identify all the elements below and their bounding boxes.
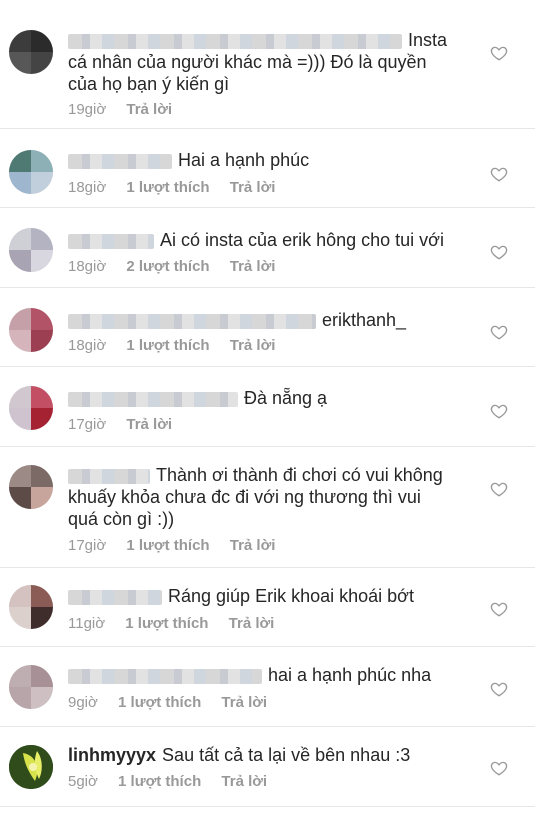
blurred-username xyxy=(68,153,172,169)
comment-time: 9giờ xyxy=(68,694,98,711)
like-heart-icon[interactable] xyxy=(490,44,508,62)
blurred-username xyxy=(68,668,262,684)
comment-item: Đà nẵng ạ 17giờ Trả lời xyxy=(0,367,535,447)
blurred-username xyxy=(68,589,162,605)
like-count[interactable]: 1 lượt thích xyxy=(118,694,201,711)
comment-time: 18giờ xyxy=(68,337,107,354)
blurred-username xyxy=(68,391,238,407)
like-count[interactable]: 1 lượt thích xyxy=(126,179,209,196)
blurred-username xyxy=(68,468,150,484)
like-heart-icon[interactable] xyxy=(490,165,508,183)
avatar[interactable] xyxy=(9,665,53,709)
comment-text: Insta cá nhân của người khác mà =))) Đó … xyxy=(68,30,448,94)
like-heart-icon[interactable] xyxy=(490,680,508,698)
reply-button[interactable]: Trả lời xyxy=(230,179,276,196)
like-heart-icon[interactable] xyxy=(490,600,508,618)
comment-list: Insta cá nhân của người khác mà =))) Đó … xyxy=(0,0,535,821)
comment-item: Ráng giúp Erik khoai khoái bớt 11giờ 1 l… xyxy=(0,568,535,647)
comment-text: linhmyyyx Sau tất cả ta lại về bên nhau :… xyxy=(68,745,411,765)
comment-item: hai a hạnh phúc nha 9giờ 1 lượt thích Tr… xyxy=(0,647,535,727)
reply-button[interactable]: Trả lời xyxy=(221,694,267,711)
avatar[interactable] xyxy=(9,30,53,74)
comment-item: Hai a hạnh phúc 18giờ 1 lượt thích Trả l… xyxy=(0,129,535,208)
avatar[interactable] xyxy=(9,308,53,352)
comment-text: Đà nẵng ạ xyxy=(68,387,473,409)
reply-button[interactable]: Trả lời xyxy=(126,101,172,118)
reply-button[interactable]: Trả lời xyxy=(126,416,172,433)
avatar[interactable] xyxy=(9,228,53,272)
comment-time: 17giờ xyxy=(68,537,107,554)
reply-button[interactable]: Trả lời xyxy=(221,773,267,790)
blurred-username xyxy=(68,33,402,49)
reply-button[interactable]: Trả lời xyxy=(230,537,276,554)
like-count[interactable]: 2 lượt thích xyxy=(126,258,209,275)
comment-time: 19giờ xyxy=(68,101,107,118)
comment-text: erikthanh_ xyxy=(68,309,473,331)
like-count[interactable]: 1 lượt thích xyxy=(118,773,201,790)
comment-time: 18giờ xyxy=(68,258,107,275)
avatar[interactable] xyxy=(9,745,53,789)
blurred-username xyxy=(68,313,316,329)
reply-button[interactable]: Trả lời xyxy=(230,337,276,354)
blurred-username xyxy=(68,233,154,249)
like-heart-icon[interactable] xyxy=(490,480,508,498)
like-count[interactable]: 1 lượt thích xyxy=(126,537,209,554)
avatar[interactable] xyxy=(9,386,53,430)
avatar[interactable] xyxy=(9,585,53,629)
comment-item: erikthanh_ 18giờ 1 lượt thích Trả lời xyxy=(0,288,535,367)
comment-text: hai a hạnh phúc nha xyxy=(68,664,473,686)
comment-time: 5giờ xyxy=(68,773,98,790)
comment-text: Ráng giúp Erik khoai khoái bớt xyxy=(68,585,473,607)
comment-item: Ai có insta của erik hông cho tui với 18… xyxy=(0,208,535,288)
comment-time: 17giờ xyxy=(68,416,107,433)
comment-text: Hai a hạnh phúc xyxy=(68,149,473,171)
like-heart-icon[interactable] xyxy=(490,243,508,261)
comment-item: linhmyyyx Sau tất cả ta lại về bên nhau :… xyxy=(0,727,535,807)
avatar[interactable] xyxy=(9,150,53,194)
reply-button[interactable]: Trả lời xyxy=(229,615,275,632)
comment-item: Insta cá nhân của người khác mà =))) Đó … xyxy=(0,0,535,129)
comment-username[interactable]: linhmyyyx xyxy=(68,745,156,765)
comment-text: Ai có insta của erik hông cho tui với xyxy=(68,229,473,251)
avatar[interactable] xyxy=(9,465,53,509)
like-heart-icon[interactable] xyxy=(490,402,508,420)
like-heart-icon[interactable] xyxy=(490,759,508,777)
comment-text: Thành ơi thành đi chơi có vui không khuấ… xyxy=(68,465,443,529)
comment-item: Thành ơi thành đi chơi có vui không khuấ… xyxy=(0,447,535,568)
reply-button[interactable]: Trả lời xyxy=(230,258,276,275)
user-avatar-image xyxy=(9,745,53,789)
like-heart-icon[interactable] xyxy=(490,323,508,341)
comment-time: 18giờ xyxy=(68,179,107,196)
comment-time: 11giờ xyxy=(68,615,106,632)
like-count[interactable]: 1 lượt thích xyxy=(126,337,209,354)
like-count[interactable]: 1 lượt thích xyxy=(125,615,208,632)
